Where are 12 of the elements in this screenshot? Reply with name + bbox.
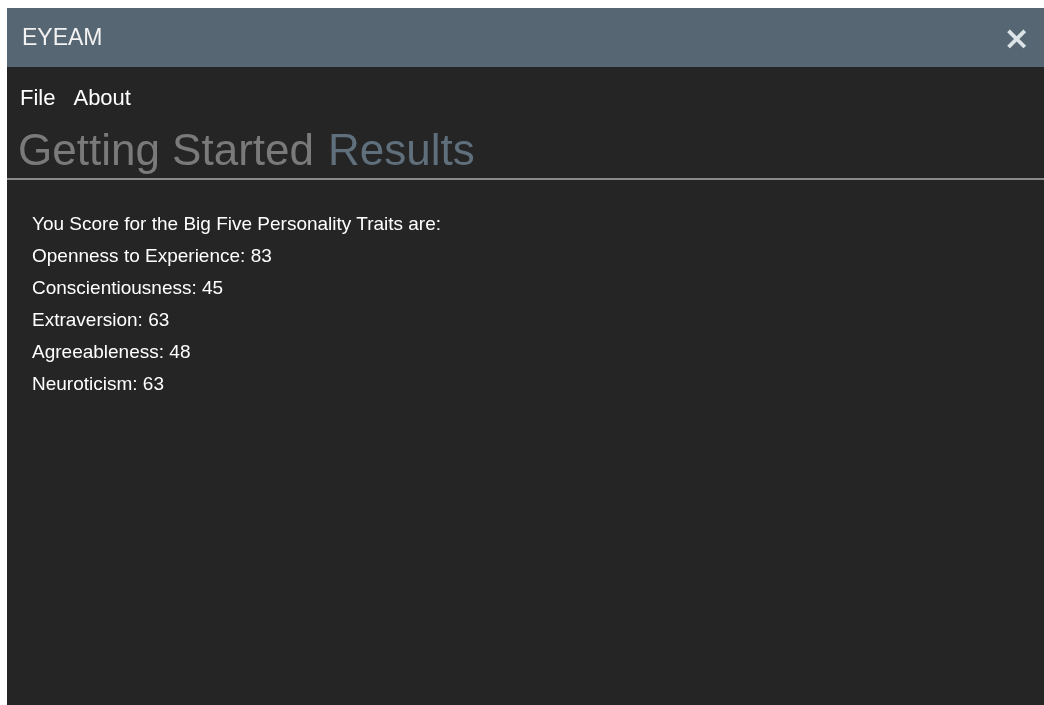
tab[interactable]: Results: [327, 121, 475, 178]
result-text: Extraversion: 63: [32, 308, 171, 332]
result-text: You Score for the Big Five Personality Traits are:: [32, 212, 443, 236]
menu-item[interactable]: About: [73, 83, 131, 113]
close-button[interactable]: ×: [999, 21, 1034, 54]
result-text: Neuroticism: 63: [32, 372, 165, 396]
tab[interactable]: Getting Started: [18, 121, 314, 178]
result-text: Openness to Experience: 83: [32, 244, 273, 268]
window-title: EYEAM: [22, 24, 103, 51]
result-text: Agreeableness: 48: [32, 340, 192, 364]
result-text: Conscientiousness: 45: [32, 276, 225, 300]
menu-item[interactable]: File: [20, 83, 56, 113]
